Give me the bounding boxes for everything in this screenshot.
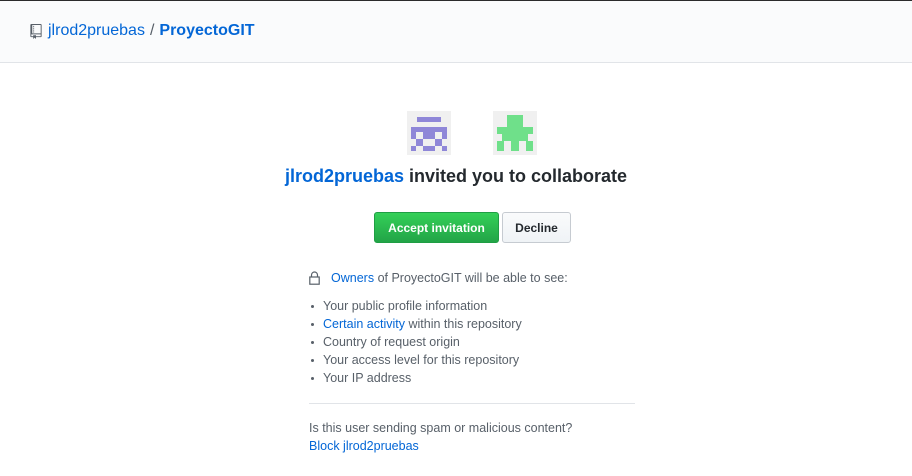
list-item: Country of request origin: [309, 333, 649, 351]
invitation-message: invited you to collaborate: [409, 166, 628, 186]
repo-link[interactable]: ProyectoGIT: [159, 21, 254, 41]
report-section: Is this user sending spam or malicious c…: [309, 419, 572, 455]
list-item: Your access level for this repository: [309, 351, 649, 369]
repo-icon: [30, 23, 42, 39]
identicon-inviter: [407, 111, 451, 155]
breadcrumb-separator: /: [149, 22, 155, 39]
spam-question: Is this user sending spam or malicious c…: [309, 421, 573, 435]
visibility-notice: Owners of ProyectoGIT will be able to se…: [309, 270, 639, 286]
invitee-avatar[interactable]: [493, 111, 537, 155]
certain-activity-link[interactable]: Certain activity: [323, 317, 405, 331]
divider: [309, 403, 635, 404]
decline-button[interactable]: Decline: [502, 212, 571, 243]
repo-header: jlrod2pruebas / ProyectoGIT: [0, 1, 912, 63]
lock-icon: [309, 271, 320, 285]
owner-link[interactable]: jlrod2pruebas: [48, 21, 145, 41]
accept-invitation-button[interactable]: Accept invitation: [374, 212, 499, 243]
permissions-list: Your public profile information Certain …: [309, 297, 649, 387]
avatars-row: [0, 111, 912, 155]
inviter-link[interactable]: jlrod2pruebas: [285, 166, 404, 186]
inviter-avatar[interactable]: [407, 111, 451, 155]
list-item: Your public profile information: [309, 297, 649, 315]
visibility-text: of ProyectoGIT will be able to see:: [377, 271, 568, 285]
invitation-title: jlrod2pruebas invited you to collaborate: [0, 164, 912, 188]
list-item: Your IP address: [309, 369, 649, 387]
owners-link[interactable]: Owners: [331, 271, 374, 285]
breadcrumb: jlrod2pruebas / ProyectoGIT: [30, 21, 255, 41]
identicon-invitee: [493, 111, 537, 155]
block-user-link[interactable]: Block jlrod2pruebas: [309, 439, 419, 453]
list-item: Certain activity within this repository: [309, 315, 649, 333]
